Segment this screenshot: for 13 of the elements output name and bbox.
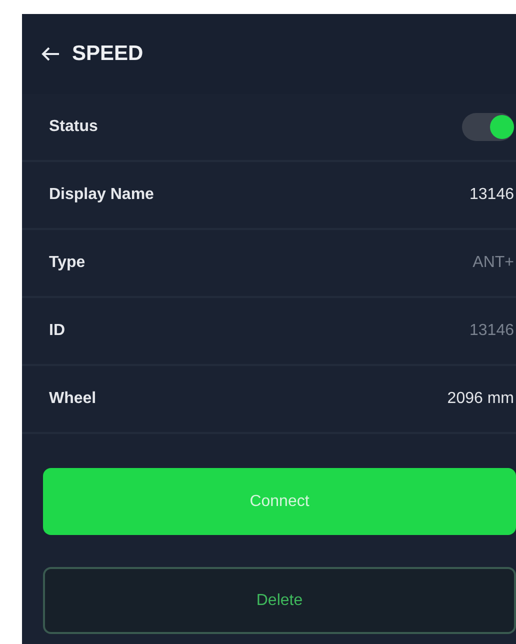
delete-button[interactable]: Delete xyxy=(43,567,516,634)
row-label: Display Name xyxy=(49,186,154,204)
row-label: Status xyxy=(49,118,98,136)
back-arrow-icon[interactable] xyxy=(40,46,60,62)
row-label: Type xyxy=(49,254,86,272)
row-label: Wheel xyxy=(49,390,96,408)
row-label: ID xyxy=(49,322,65,340)
status-toggle[interactable] xyxy=(462,113,514,141)
row-value: 13146 xyxy=(470,322,514,340)
screen-title: SPEED xyxy=(72,42,144,66)
row-value: 2096 mm xyxy=(447,390,514,408)
row-value: 13146 xyxy=(470,186,514,204)
row-value: ANT+ xyxy=(472,254,514,272)
